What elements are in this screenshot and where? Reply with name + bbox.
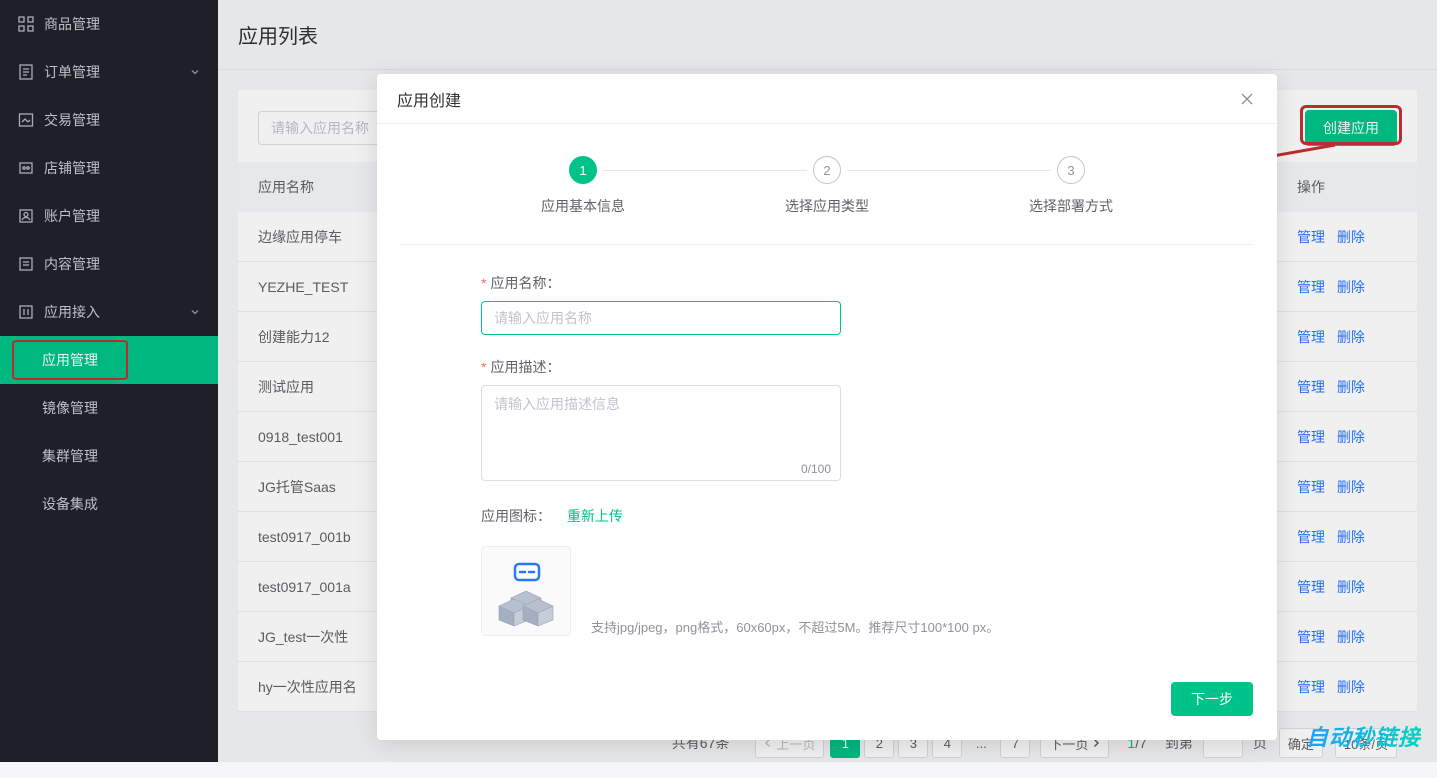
reupload-link[interactable]: 重新上传 [567, 508, 623, 524]
modal-header: 应用创建 [377, 74, 1277, 124]
step-label: 选择部署方式 [1029, 196, 1113, 216]
close-icon [1240, 92, 1254, 106]
app-desc-textarea[interactable] [481, 385, 841, 481]
modal-footer: 下一步 [377, 682, 1277, 740]
app-icon-label: 应用图标： [481, 508, 551, 524]
step-3: 3 选择部署方式 [949, 156, 1193, 216]
create-app-modal: 应用创建 1 应用基本信息 2 选择应用类型 3 选择部署方式 *应用名称： [377, 74, 1277, 740]
modal-close-button[interactable] [1237, 89, 1257, 109]
step-number: 2 [813, 156, 841, 184]
app-name-input[interactable] [481, 301, 841, 335]
app-desc-label: *应用描述： [481, 357, 1173, 377]
step-2: 2 选择应用类型 [705, 156, 949, 216]
step-number: 1 [569, 156, 597, 184]
step-label: 应用基本信息 [541, 196, 625, 216]
step-1: 1 应用基本信息 [461, 156, 705, 216]
cubes-icon [491, 556, 561, 626]
icon-preview [481, 546, 571, 636]
app-form: *应用名称： *应用描述： 0/100 应用图标： 重新上传 [401, 273, 1253, 636]
char-counter: 0/100 [801, 462, 831, 476]
step-number: 3 [1057, 156, 1085, 184]
step-label: 选择应用类型 [785, 196, 869, 216]
step-indicator: 1 应用基本信息 2 选择应用类型 3 选择部署方式 [401, 144, 1253, 245]
next-step-button[interactable]: 下一步 [1171, 682, 1253, 716]
app-name-label: *应用名称： [481, 273, 1173, 293]
icon-hint-text: 支持jpg/jpeg，png格式，60x60px，不超过5M。推荐尺寸100*1… [591, 617, 999, 636]
modal-title: 应用创建 [397, 87, 461, 111]
